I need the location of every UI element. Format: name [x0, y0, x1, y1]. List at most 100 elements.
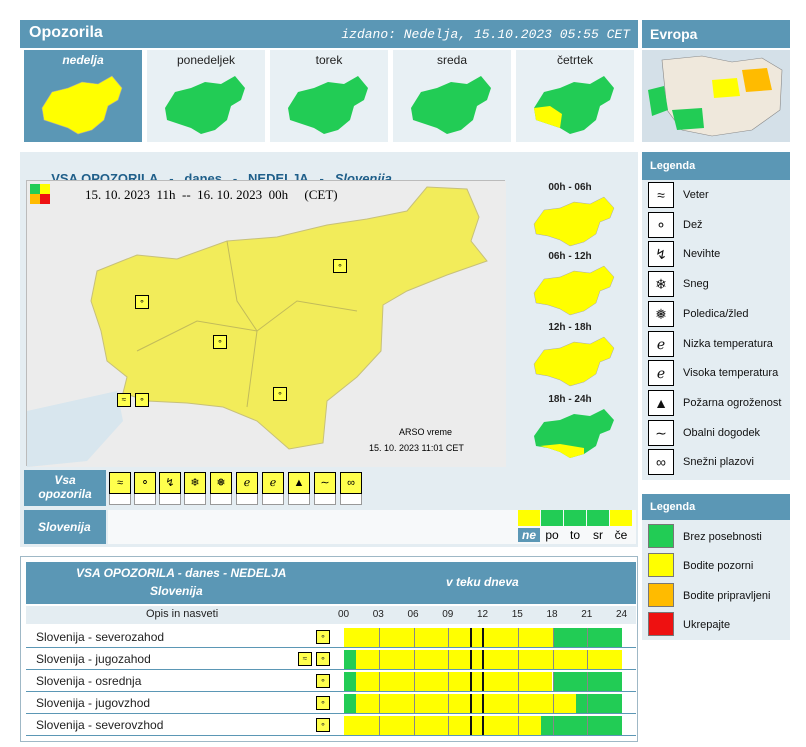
avalanche-icon[interactable]: ∞	[340, 472, 362, 494]
hour-label: 18	[546, 609, 558, 620]
rain-icon[interactable]: ⚬	[134, 472, 156, 494]
wind-icon[interactable]: ≈	[109, 472, 131, 494]
region-name: Slovenija - severovzhod	[36, 718, 164, 732]
day-tab-torek[interactable]: torek	[270, 50, 388, 142]
mini-map-18-24[interactable]: 18h - 24h	[510, 392, 630, 462]
rain-icon[interactable]: ⚬	[273, 387, 287, 401]
coastal-slot	[314, 494, 336, 505]
rain-icon[interactable]: ⚬	[316, 696, 330, 710]
day-tab-cetrtek[interactable]: četrtek	[516, 50, 634, 142]
timeline-tick	[517, 672, 519, 691]
timeline-now-marker	[470, 628, 473, 647]
coastal-icon[interactable]: ∼	[314, 472, 336, 494]
rain-icon[interactable]: ⚬	[316, 630, 330, 644]
timeline-now-marker	[482, 716, 484, 735]
timeline-tick	[378, 716, 380, 735]
region-name: Slovenija - osrednja	[36, 674, 142, 688]
timeline-tick	[413, 694, 415, 713]
timeline-tick	[448, 628, 450, 647]
bottom-header: VSA OPOZORILA - danes - NEDELJA Slovenij…	[26, 562, 636, 604]
wind-icon[interactable]: ≈	[298, 652, 312, 666]
timeline	[344, 716, 622, 735]
high-temp-icon[interactable]: ℯ	[262, 472, 284, 494]
mini-map-yellow	[533, 265, 615, 316]
mini-map-mixed	[534, 409, 614, 458]
storm-slot	[159, 494, 181, 505]
timeline	[344, 694, 622, 713]
snow-icon[interactable]: ❄	[184, 472, 206, 494]
slovenia-map-green-icon	[288, 76, 368, 134]
ice-icon[interactable]: ❅	[210, 472, 232, 494]
timeline-segment-green	[344, 672, 356, 691]
day-label-sr[interactable]: sr	[587, 528, 609, 542]
rain-icon[interactable]: ⚬	[135, 393, 149, 407]
timeline-tick	[448, 716, 450, 735]
day-label-ce[interactable]: če	[610, 528, 632, 542]
day-color-sr	[587, 510, 609, 526]
timeline-tick	[587, 694, 589, 713]
hour-label: 15	[511, 609, 523, 620]
timeline-segment-yellow	[355, 694, 576, 713]
rain-icon[interactable]: ⚬	[333, 259, 347, 273]
rain-icon[interactable]: ⚬	[135, 295, 149, 309]
swatch-orange	[648, 583, 674, 607]
table-row[interactable]: Slovenija - jugovzhod ⚬	[26, 693, 636, 714]
fire-icon[interactable]: ▲	[288, 472, 310, 494]
snow-icon: ❄	[648, 271, 674, 297]
ice-slot	[210, 494, 232, 505]
slovenia-map-yellow-icon	[41, 75, 123, 135]
swatch-yellow	[648, 553, 674, 577]
timeline	[344, 628, 622, 647]
slovenia-big-map	[27, 181, 506, 467]
mini-map-00-06[interactable]: 00h - 06h	[510, 180, 630, 250]
avalanche-icon: ∞	[648, 449, 674, 475]
region-name: Slovenija - jugozahod	[36, 652, 151, 666]
day-tab-nedelja[interactable]: nedelja	[24, 50, 142, 142]
rain-icon[interactable]: ⚬	[213, 335, 227, 349]
timeline-tick	[378, 672, 380, 691]
big-map[interactable]: 15. 10. 2023 11h -- 16. 10. 2023 00h (CE…	[26, 180, 506, 467]
day-tab-label: torek	[315, 53, 343, 67]
mini-map-12-18[interactable]: 12h - 18h	[510, 320, 630, 390]
day-tab-ponedeljek[interactable]: ponedeljek	[147, 50, 265, 142]
table-row[interactable]: Slovenija - osrednja ⚬	[26, 671, 636, 692]
fire-slot	[288, 494, 310, 505]
timeline-tick	[552, 650, 554, 669]
rain-icon[interactable]: ⚬	[316, 674, 330, 688]
timeline-tick	[413, 650, 415, 669]
europe-map[interactable]	[642, 50, 790, 142]
bottom-title: VSA OPOZORILA - danes - NEDELJA	[76, 566, 287, 580]
timeline-now-marker	[482, 628, 484, 647]
snow-slot	[184, 494, 206, 505]
mini-map-06-12[interactable]: 06h - 12h	[510, 249, 630, 319]
timeline-tick	[552, 716, 554, 735]
day-label-to[interactable]: to	[564, 528, 586, 542]
all-warnings-label[interactable]: Vsa opozorila	[24, 470, 106, 506]
region-label[interactable]: Slovenija	[24, 510, 106, 544]
timeline-now-marker	[482, 672, 484, 691]
timeline-tick	[448, 694, 450, 713]
europe-header[interactable]: Evropa	[642, 20, 790, 48]
day-label-ne[interactable]: ne	[518, 528, 540, 542]
page-title: Opozorila	[29, 24, 103, 41]
day-tab-sreda[interactable]: sreda	[393, 50, 511, 142]
wind-icon[interactable]: ≈	[117, 393, 131, 407]
day-color-po	[541, 510, 563, 526]
table-row[interactable]: Slovenija - severovzhod ⚬	[26, 715, 636, 736]
map-period: 15. 10. 2023 11h -- 16. 10. 2023 00h (CE…	[85, 187, 338, 202]
slovenia-map-mixed-icon	[534, 76, 614, 134]
timeline-tick	[448, 672, 450, 691]
map-credit-title: ARSO vreme	[399, 427, 453, 437]
rain-icon[interactable]: ⚬	[316, 652, 330, 666]
low-temp-icon[interactable]: ℯ	[236, 472, 258, 494]
timeline-now-marker	[482, 650, 484, 669]
rain-icon[interactable]: ⚬	[316, 718, 330, 732]
table-row[interactable]: Slovenija - jugozahod ⚬ ≈	[26, 649, 636, 670]
timeline-tick	[413, 716, 415, 735]
table-row[interactable]: Slovenija - severozahod ⚬	[26, 627, 636, 648]
swatch-green	[648, 524, 674, 548]
storm-icon[interactable]: ↯	[159, 472, 181, 494]
day-label-po[interactable]: po	[541, 528, 563, 542]
hour-label: 24	[616, 609, 628, 620]
low-temp-slot	[236, 494, 258, 505]
